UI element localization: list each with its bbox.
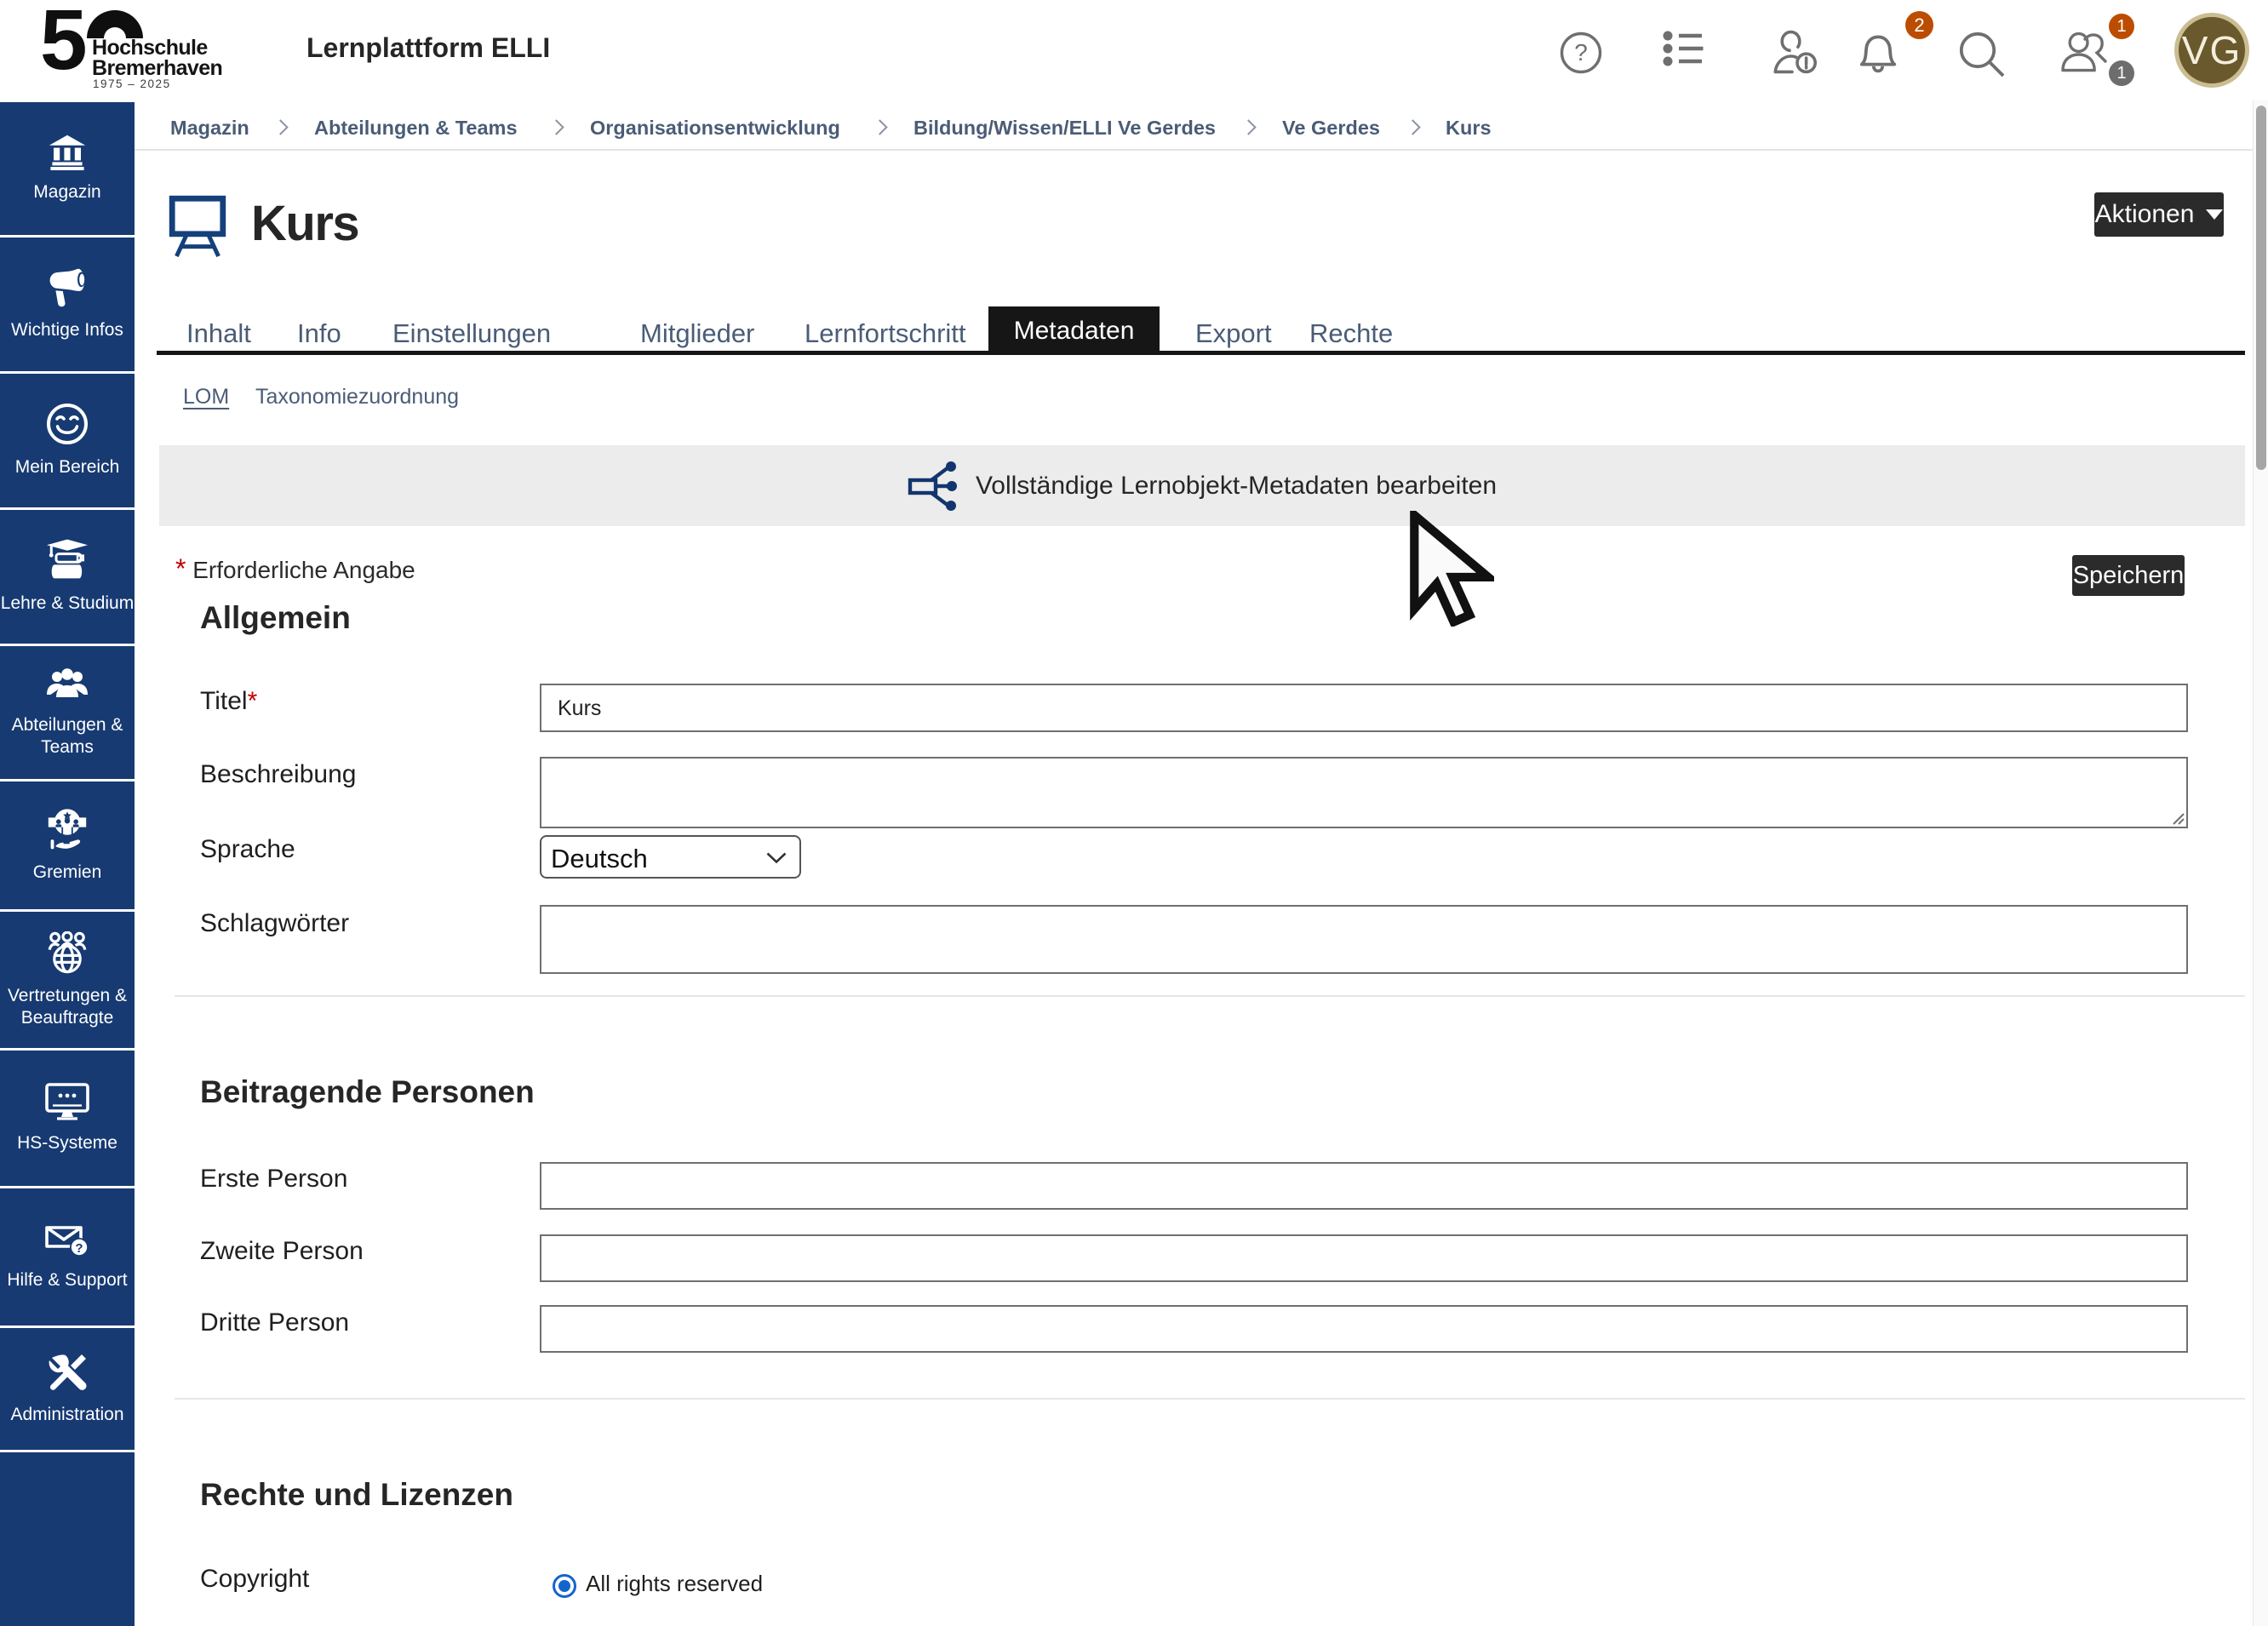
- svg-text:?: ?: [75, 1241, 83, 1256]
- svg-text:?: ?: [1574, 39, 1588, 66]
